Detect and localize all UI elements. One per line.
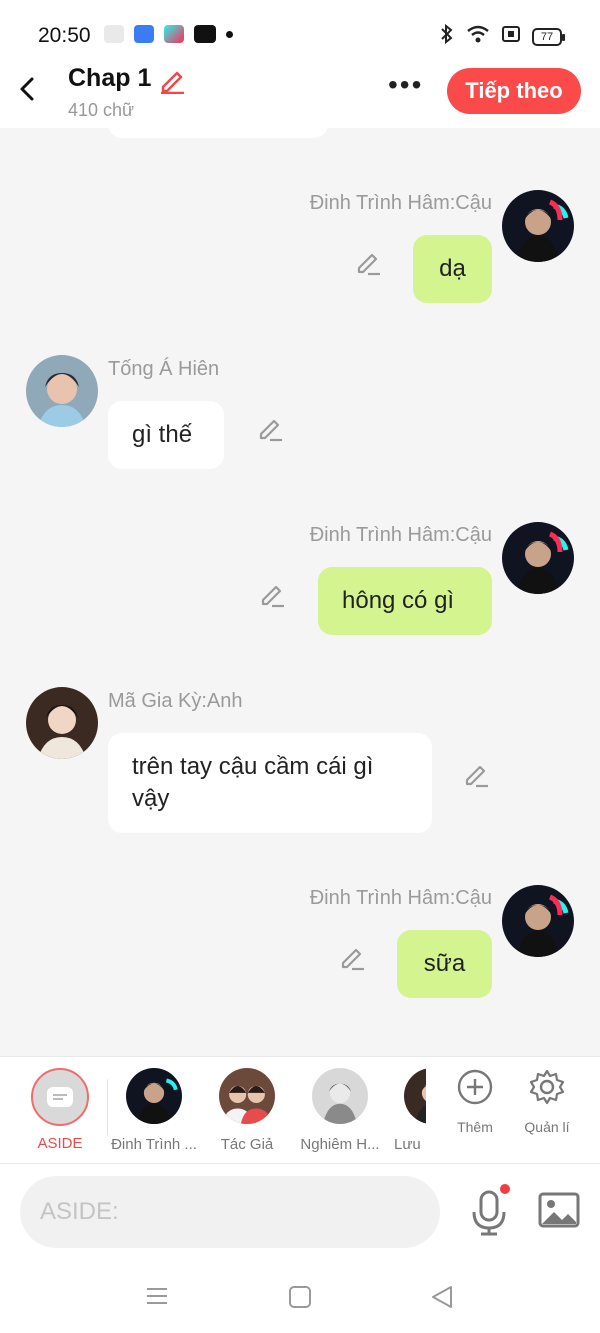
app-icon xyxy=(134,25,154,43)
aside-icon xyxy=(47,1087,73,1107)
character-name: Tác Giả xyxy=(220,1136,274,1153)
next-chapter-button[interactable]: Tiếp theo xyxy=(447,68,581,114)
status-app-icons xyxy=(104,25,233,43)
manage-label: Quản lí xyxy=(524,1119,570,1135)
word-count: 410 chữ xyxy=(68,100,135,120)
add-label: Thêm xyxy=(457,1119,493,1135)
message-sender: Đinh Trình Hâm:Cậu xyxy=(309,524,492,546)
title-edit-icon[interactable] xyxy=(158,66,186,95)
message-bubble[interactable]: dạ xyxy=(413,235,492,303)
mic-icon[interactable] xyxy=(470,1190,508,1236)
avatar[interactable] xyxy=(502,522,574,594)
edit-message-icon[interactable] xyxy=(354,248,382,276)
home-icon[interactable] xyxy=(289,1286,311,1308)
notification-dot-icon xyxy=(226,30,233,38)
manage-button[interactable]: Quản lí xyxy=(517,1069,577,1135)
character-bar: ASIDE Đinh Trình ... Tác Giả Nghiêm H...… xyxy=(0,1056,600,1164)
message-sender: Đinh Trình Hâm:Cậu xyxy=(309,192,492,214)
input-area xyxy=(0,1164,600,1264)
message-bubble[interactable]: gì thế xyxy=(108,401,224,469)
aside-chip[interactable] xyxy=(31,1068,89,1126)
add-icon xyxy=(457,1069,493,1105)
more-icon[interactable]: ••• xyxy=(388,71,424,100)
chat-area: Đinh Trình Hâm:Cậu dạ Tống Á Hiên gì thế… xyxy=(0,128,600,1056)
status-time: 20:50 xyxy=(38,24,91,47)
back-icon[interactable] xyxy=(16,74,40,104)
aside-input[interactable] xyxy=(20,1176,440,1248)
bluetooth-icon xyxy=(440,23,454,49)
avatar[interactable] xyxy=(26,355,98,427)
gear-icon xyxy=(529,1069,565,1105)
status-indicators: 77 xyxy=(440,23,565,49)
character-avatar xyxy=(312,1068,368,1124)
nav-back-icon[interactable] xyxy=(430,1284,454,1310)
character-item[interactable]: Đinh Trình ... xyxy=(104,1068,204,1153)
avatar[interactable] xyxy=(502,885,574,957)
chapter-header: Chap 1 410 chữ ••• Tiếp theo xyxy=(0,60,600,128)
edit-message-icon[interactable] xyxy=(338,943,366,971)
message-sender: Tống Á Hiên xyxy=(108,358,220,380)
youtube-icon xyxy=(194,25,216,43)
chapter-title[interactable]: Chap 1 xyxy=(68,64,151,93)
character-name: Lưu I xyxy=(394,1136,426,1153)
message-sender: Đinh Trình Hâm:Cậu xyxy=(309,887,492,909)
message-bubble[interactable]: trên tay cậu cầm cái gì vậy xyxy=(108,733,432,833)
character-item[interactable]: Lưu I xyxy=(370,1068,426,1153)
message-bubble[interactable]: sữa xyxy=(397,930,492,998)
aside-label: ASIDE xyxy=(37,1135,83,1152)
message-bubble[interactable]: hông có gì xyxy=(318,567,492,635)
character-avatar xyxy=(404,1068,426,1124)
menu-icon[interactable] xyxy=(146,1286,168,1306)
edit-message-icon[interactable] xyxy=(258,580,286,608)
game-app-icon xyxy=(104,25,124,43)
message-sender: Mã Gia Kỳ:Anh xyxy=(108,690,243,712)
previous-message-bubble[interactable] xyxy=(108,128,328,138)
character-avatar xyxy=(126,1068,182,1124)
avatar[interactable] xyxy=(502,190,574,262)
character-name: Đinh Trình ... xyxy=(111,1136,197,1153)
image-icon[interactable] xyxy=(538,1192,580,1228)
status-bar: 20:50 77 xyxy=(0,0,600,60)
edit-message-icon[interactable] xyxy=(462,760,490,788)
character-item[interactable]: Tác Giả xyxy=(197,1068,297,1153)
tiktok-icon xyxy=(164,25,184,43)
edit-message-icon[interactable] xyxy=(256,414,284,442)
avatar[interactable] xyxy=(26,687,98,759)
add-character-button[interactable]: Thêm xyxy=(445,1069,505,1135)
wifi-icon xyxy=(466,25,490,48)
mic-notification-dot xyxy=(500,1184,510,1194)
character-avatar xyxy=(219,1068,275,1124)
screen-cast-icon xyxy=(502,26,520,47)
battery-icon: 77 xyxy=(532,27,565,46)
system-nav-bar xyxy=(0,1264,600,1333)
